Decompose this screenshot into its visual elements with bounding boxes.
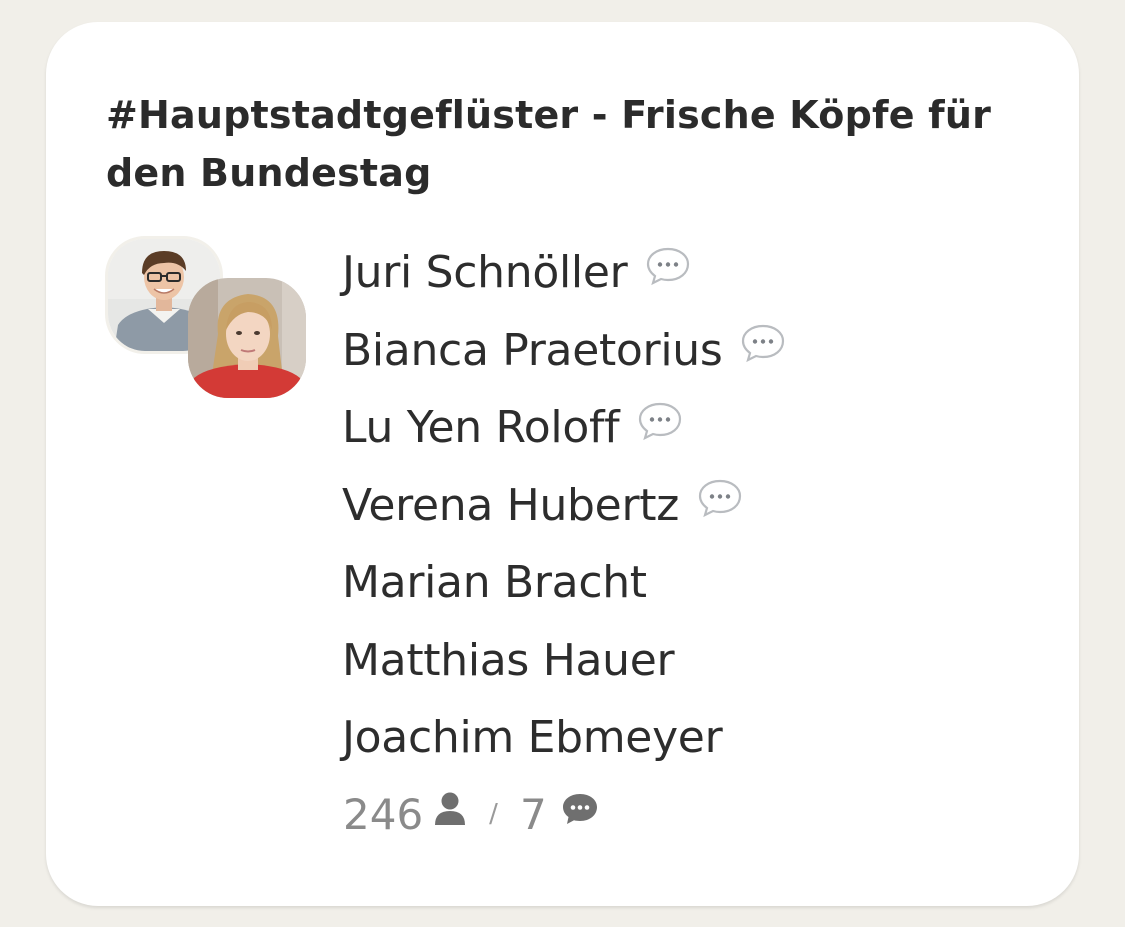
speaker-name: Matthias Hauer	[342, 634, 675, 686]
speaker-list: Juri Schnöller Bianca Praetorius Lu Yen …	[342, 234, 786, 777]
chat-bubble-icon	[561, 787, 599, 836]
room-stats: 246 / 7	[343, 786, 599, 842]
speaker-row[interactable]: Marian Bracht	[342, 544, 786, 622]
chat-bubble-icon	[697, 478, 743, 518]
chat-bubble-icon	[740, 323, 786, 363]
speaker-name: Juri Schnöller	[342, 247, 628, 299]
room-card[interactable]: #Hauptstadtgeflüster - Frische Köpfe für…	[46, 22, 1079, 906]
speaker-avatars	[105, 236, 307, 400]
avatar[interactable]	[188, 278, 306, 398]
speaker-name: Marian Bracht	[342, 557, 647, 609]
speaker-count: 7	[519, 789, 547, 839]
speaker-name: Lu Yen Roloff	[342, 402, 620, 454]
chat-bubble-icon	[645, 246, 691, 286]
stats-separator: /	[489, 799, 498, 829]
chat-bubble-icon	[637, 401, 683, 441]
listener-count: 246	[343, 789, 424, 839]
speaker-name: Joachim Ebmeyer	[342, 712, 723, 764]
speaker-row[interactable]: Bianca Praetorius	[342, 312, 786, 390]
speaker-name: Bianca Praetorius	[342, 324, 723, 376]
speaker-row[interactable]: Juri Schnöller	[342, 234, 786, 312]
person-icon	[433, 788, 467, 837]
speaker-row[interactable]: Matthias Hauer	[342, 622, 786, 700]
avatar-photo	[188, 278, 306, 398]
speaker-row[interactable]: Lu Yen Roloff	[342, 389, 786, 467]
speaker-row[interactable]: Verena Hubertz	[342, 467, 786, 545]
room-title: #Hauptstadtgeflüster - Frische Köpfe für…	[106, 93, 992, 195]
speaker-row[interactable]: Joachim Ebmeyer	[342, 699, 786, 777]
speaker-name: Verena Hubertz	[342, 479, 679, 531]
